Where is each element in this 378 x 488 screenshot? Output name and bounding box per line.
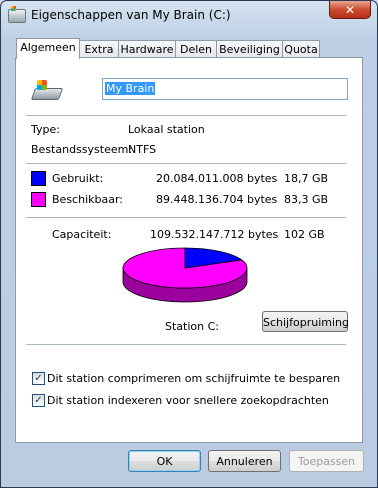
separator — [26, 217, 346, 218]
filesystem-value: NTFS — [128, 143, 157, 156]
used-bytes: 20.084.011.008 bytes — [156, 172, 278, 185]
checkmark-icon: ✓ — [34, 373, 43, 384]
close-button[interactable]: ✕ — [329, 1, 371, 19]
hard-drive-icon — [30, 80, 64, 100]
cancel-button[interactable]: Annuleren — [208, 450, 281, 472]
filesystem-label: Bestandssysteem: — [31, 143, 133, 156]
close-icon: ✕ — [344, 2, 356, 17]
tab-extra[interactable]: Extra — [79, 40, 119, 58]
compress-label: Dit station comprimeren om schijfruimte … — [47, 372, 341, 385]
capacity-size: 102 GB — [284, 228, 325, 241]
tab-algemeen[interactable]: Algemeen — [16, 38, 80, 59]
free-bytes: 89.448.136.704 bytes — [156, 193, 278, 206]
tab-quota[interactable]: Quota — [282, 40, 320, 58]
general-tab-panel: My Brain Type: Lokaal station Bestandssy… — [15, 57, 363, 443]
type-value: Lokaal station — [128, 123, 205, 136]
ok-button[interactable]: OK — [128, 450, 201, 472]
index-checkbox[interactable]: ✓ — [32, 394, 45, 407]
drive-name-input[interactable]: My Brain — [102, 78, 348, 100]
used-label: Gebruikt: — [52, 172, 104, 185]
separator — [26, 115, 346, 116]
tab-delen[interactable]: Delen — [175, 40, 217, 58]
drive-name-text: My Brain — [105, 82, 156, 95]
separator — [26, 163, 346, 164]
used-size: 18,7 GB — [284, 172, 329, 185]
disk-cleanup-button[interactable]: Schijfopruiming — [262, 311, 349, 332]
tab-beveiliging[interactable]: Beveiliging — [216, 40, 283, 58]
index-label: Dit station indexeren voor snellere zoek… — [47, 394, 329, 407]
station-label: Station C: — [165, 320, 219, 333]
separator — [26, 344, 346, 345]
capacity-bytes: 109.532.147.712 bytes — [150, 228, 279, 241]
drive-icon — [8, 6, 26, 23]
tab-hardware[interactable]: Hardware — [118, 40, 176, 58]
capacity-label: Capaciteit: — [52, 228, 112, 241]
title-bar[interactable]: Eigenschappen van My Brain (C:) ✕ — [1, 1, 377, 29]
disk-usage-pie — [122, 247, 248, 303]
window-title: Eigenschappen van My Brain (C:) — [31, 8, 231, 22]
apply-button[interactable]: Toepassen — [289, 450, 364, 472]
properties-window: Eigenschappen van My Brain (C:) ✕ Algeme… — [0, 0, 378, 488]
free-label: Beschikbaar: — [52, 193, 123, 206]
type-label: Type: — [31, 123, 60, 136]
checkmark-icon: ✓ — [34, 395, 43, 406]
free-color-swatch — [31, 192, 46, 207]
compress-checkbox[interactable]: ✓ — [32, 372, 45, 385]
free-size: 83,3 GB — [284, 193, 329, 206]
used-color-swatch — [31, 171, 46, 186]
